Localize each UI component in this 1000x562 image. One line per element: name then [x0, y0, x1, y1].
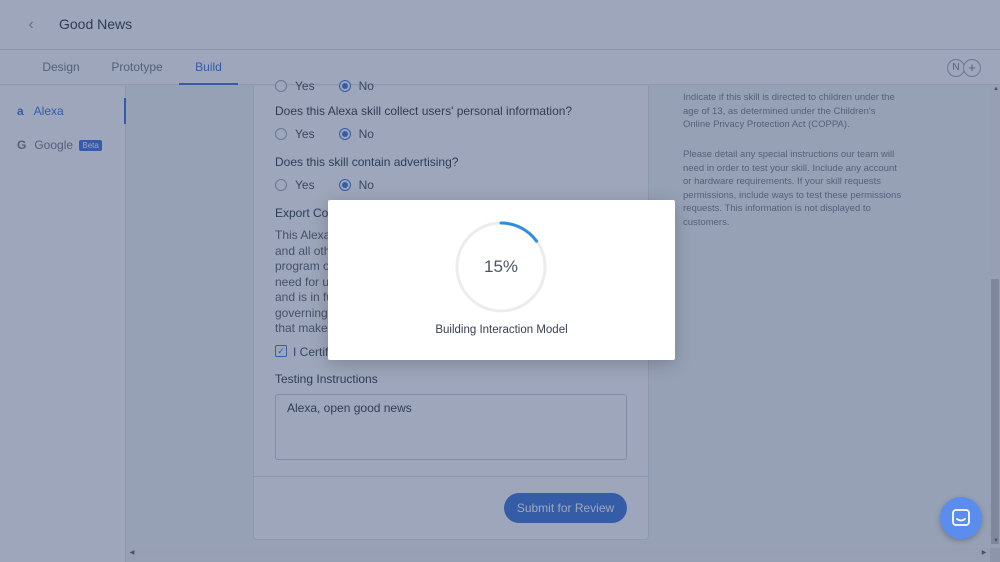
chat-launcher-button[interactable]: [940, 497, 982, 539]
progress-percent: 15%: [483, 257, 519, 276]
chat-icon: [952, 509, 970, 526]
build-progress-modal: 15% Building Interaction Model: [328, 200, 675, 360]
progress-message: Building Interaction Model: [435, 324, 568, 336]
